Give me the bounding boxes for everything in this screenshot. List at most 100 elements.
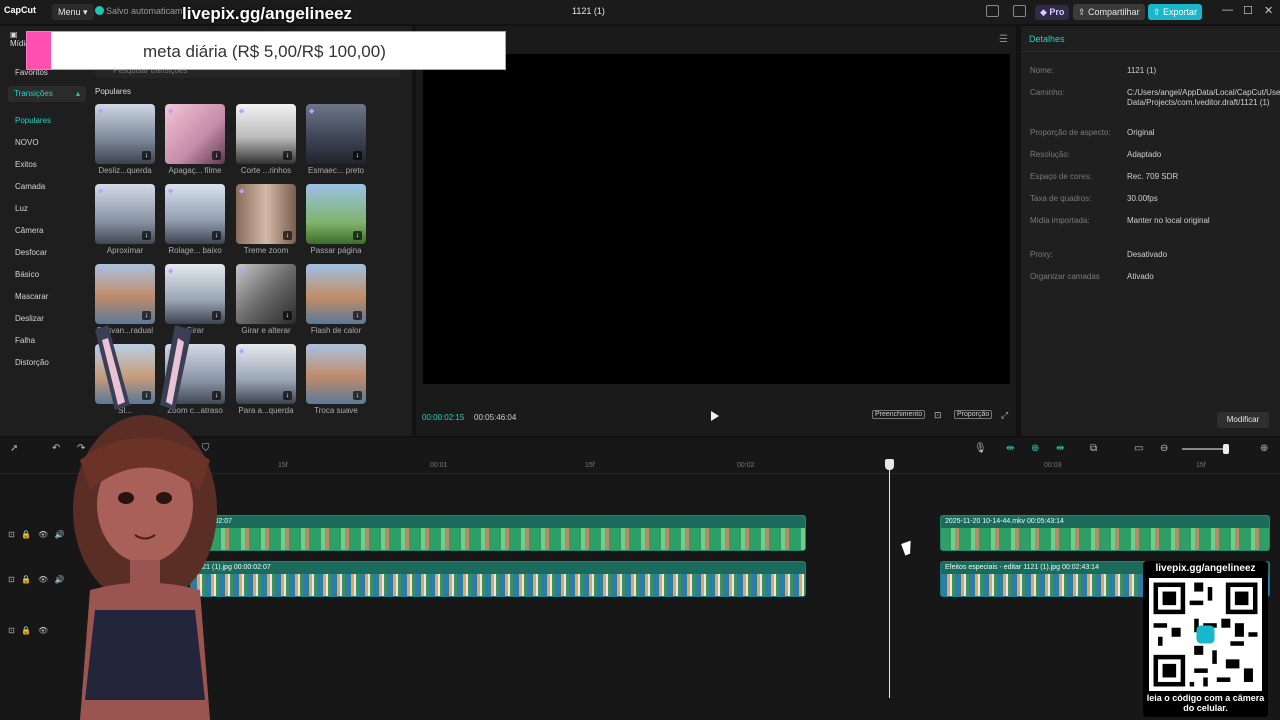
project-title: 1121 (1) xyxy=(572,6,605,16)
sidebar-item-luz[interactable]: Luz xyxy=(15,204,28,213)
download-icon[interactable]: ↓ xyxy=(283,311,292,320)
detail-label: Taxa de quadros: xyxy=(1030,194,1092,203)
menu-icon[interactable]: ☰ xyxy=(999,34,1008,45)
export-button[interactable]: ⇧ Exportar xyxy=(1148,4,1203,20)
detail-value: Original xyxy=(1127,128,1155,137)
sidebar-item-falha[interactable]: Falha xyxy=(15,336,35,345)
transition-thumbnail[interactable]: ◆↓ xyxy=(165,264,225,324)
livepix-url: livepix.gg/angelineez xyxy=(182,4,353,23)
transition-thumbnail[interactable]: ◆↓ xyxy=(95,264,155,324)
pro-gem-icon: ◆ xyxy=(309,108,315,115)
detail-label: Resolução: xyxy=(1030,150,1071,159)
category-label: Transições xyxy=(14,89,53,98)
sidebar-item-b-sico[interactable]: Básico xyxy=(15,270,39,279)
download-icon[interactable]: ↓ xyxy=(353,311,362,320)
transition-thumbnail[interactable]: ◆↓ xyxy=(165,184,225,244)
download-icon[interactable]: ↓ xyxy=(212,231,221,240)
caption-icon[interactable]: ▭ xyxy=(1134,443,1143,454)
zoom-in-icon[interactable]: ⊕ xyxy=(1260,443,1268,454)
download-icon[interactable]: ↓ xyxy=(142,231,151,240)
video-clip[interactable]: 2025-11-20 10-14-44.mkv 00:05:43:14 xyxy=(940,515,1270,551)
sidebar-item-novo[interactable]: NOVO xyxy=(15,138,39,147)
sidebar-item-exitos[interactable]: Exitos xyxy=(15,160,37,169)
current-time: 00:00:02:15 xyxy=(422,413,465,422)
goal-text: meta diária (R$ 5,00/R$ 100,00) xyxy=(143,42,386,61)
pro-button[interactable]: ◆ Pro xyxy=(1035,5,1070,20)
transition-label: Passar página xyxy=(310,246,362,255)
track-controls[interactable]: ⊡ 🔒 👁 xyxy=(8,626,48,635)
qr-code-icon xyxy=(1149,578,1262,691)
download-icon[interactable]: ↓ xyxy=(212,311,221,320)
menu-label: Menu xyxy=(58,7,81,17)
magnet-icon[interactable]: ⊕ xyxy=(1031,443,1039,454)
transition-thumbnail[interactable]: ◆↓ xyxy=(95,184,155,244)
minimize-icon[interactable]: — xyxy=(1222,4,1233,16)
close-icon[interactable]: ✕ xyxy=(1264,4,1273,17)
transition-thumbnail[interactable]: ◆↓ xyxy=(95,104,155,164)
select-tool-icon[interactable]: ➚ xyxy=(10,443,18,454)
sidebar-item-c-mera[interactable]: Câmera xyxy=(15,226,43,235)
download-icon[interactable]: ↓ xyxy=(353,391,362,400)
menu-button[interactable]: Menu ▾ xyxy=(52,4,94,20)
pro-gem-icon: ◆ xyxy=(309,348,315,355)
download-icon[interactable]: ↓ xyxy=(283,391,292,400)
microphone-icon[interactable]: 🎙 xyxy=(974,443,987,454)
sidebar-item-deslizar[interactable]: Deslizar xyxy=(15,314,44,323)
sidebar-item-desfocar[interactable]: Desfocar xyxy=(15,248,47,257)
modify-button[interactable]: Modificar xyxy=(1217,412,1269,428)
sidebar-item-mascarar[interactable]: Mascarar xyxy=(15,292,48,301)
detail-value: Desativado xyxy=(1127,250,1168,259)
maximize-icon[interactable]: ☐ xyxy=(1243,4,1253,17)
download-icon[interactable]: ↓ xyxy=(283,231,292,240)
play-icon[interactable] xyxy=(711,411,719,421)
transition-thumbnail[interactable]: ◆↓ xyxy=(306,104,366,164)
ratio-button[interactable]: Proporção xyxy=(954,410,993,419)
download-icon[interactable]: ↓ xyxy=(142,151,151,160)
crop-icon[interactable]: ⊡ xyxy=(934,410,942,421)
track-controls[interactable]: ⊡ 🔒 👁 🔊 xyxy=(8,575,65,584)
shortcut-icon[interactable] xyxy=(1013,5,1026,17)
image-clip[interactable]: 1121 (1).jpg 00:00:02:07 xyxy=(190,561,806,597)
transition-thumbnail[interactable]: ◆↓ xyxy=(165,104,225,164)
sidebar-category-transitions[interactable]: Transições ▴ xyxy=(8,86,86,102)
track-controls[interactable]: ⊡ 🔒 👁 🔊 xyxy=(8,530,65,539)
transition-thumbnail[interactable]: ◆↓ xyxy=(236,264,296,324)
save-status: Salvo automaticam xyxy=(95,6,183,16)
donation-goal: meta diária (R$ 5,00/R$ 100,00) xyxy=(26,31,506,70)
preview-axis-icon[interactable]: ⧉ xyxy=(1090,443,1097,454)
transition-thumbnail[interactable]: ◆↓ xyxy=(236,184,296,244)
pro-gem-icon: ◆ xyxy=(98,268,104,275)
layout-icon[interactable] xyxy=(986,5,999,17)
playhead[interactable] xyxy=(889,462,890,698)
clip-header: 2025-11-20 10-14-44.mkv 00:05:43:14 xyxy=(941,516,1269,528)
detail-label: Organizar camadas xyxy=(1030,272,1100,281)
qr-overlay: livepix.gg/angelineez leia o código com … xyxy=(1143,561,1268,717)
share-button[interactable]: ⇪ Compartilhar xyxy=(1073,4,1145,20)
download-icon[interactable]: ↓ xyxy=(353,151,362,160)
download-icon[interactable]: ↓ xyxy=(283,151,292,160)
download-icon[interactable]: ↓ xyxy=(353,231,362,240)
ruler-tick: 00:01 xyxy=(430,462,448,469)
transition-thumbnail[interactable]: ◆↓ xyxy=(306,184,366,244)
save-status-text: Salvo automaticam xyxy=(106,6,183,16)
zoom-out-icon[interactable]: ⊖ xyxy=(1160,443,1168,454)
zoom-slider[interactable] xyxy=(1182,448,1228,450)
preview-canvas[interactable] xyxy=(423,54,1010,384)
fill-button[interactable]: Preenchimento xyxy=(872,410,926,419)
video-clip[interactable]: 00:00:02:07 xyxy=(190,515,806,551)
transition-thumbnail[interactable]: ◆↓ xyxy=(236,344,296,404)
playhead-handle[interactable] xyxy=(885,459,894,470)
sidebar-item-camada[interactable]: Camada xyxy=(15,182,45,191)
transition-thumbnail[interactable]: ◆↓ xyxy=(236,104,296,164)
transition-label: Girar e alterar xyxy=(241,326,291,335)
zoom-handle[interactable] xyxy=(1223,444,1229,454)
sidebar-item-distor-o[interactable]: Distorção xyxy=(15,358,49,367)
download-icon[interactable]: ↓ xyxy=(212,151,221,160)
download-icon[interactable]: ↓ xyxy=(142,311,151,320)
link-icon[interactable]: ⇹ xyxy=(1006,443,1014,454)
sidebar-item-populares[interactable]: Populares xyxy=(15,116,51,125)
transition-thumbnail[interactable]: ◆↓ xyxy=(306,264,366,324)
snap-icon[interactable]: ⇹ xyxy=(1056,443,1064,454)
fullscreen-icon[interactable]: ⤢ xyxy=(1001,410,1008,421)
transition-thumbnail[interactable]: ◆↓ xyxy=(306,344,366,404)
